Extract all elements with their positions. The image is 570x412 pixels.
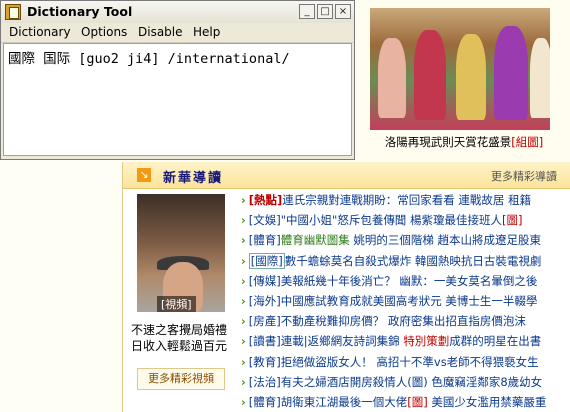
news-headline-2[interactable]: 成群的明星在出書: [449, 334, 541, 348]
news-item[interactable]: › [房產]不動產稅難抑房價？ 政府密集出招直指房價泡沫: [241, 311, 570, 331]
news-item[interactable]: › [法治]有夫之婦酒店開房殺情人(圖) 色魔竊淫鄰家8歲幼女: [241, 372, 570, 392]
video-label[interactable]: [視頻]: [157, 296, 196, 312]
more-video-button[interactable]: 更多精彩視頻: [137, 368, 225, 390]
news-headline[interactable]: 胡衛東江湖最後一個大佬: [281, 395, 408, 409]
news-headline[interactable]: 數千蟾蜍莫名自殺式爆炸 韓國熱映抗日古裝電視劇: [285, 254, 542, 268]
news-tag[interactable]: [傳媒]: [249, 274, 281, 288]
news-tag[interactable]: [熱點]: [249, 193, 283, 207]
news-tag[interactable]: [讀書]: [249, 334, 281, 348]
news-item[interactable]: › [國際] 數千蟾蜍莫名自殺式爆炸 韓國熱映抗日古裝電視劇: [241, 251, 570, 271]
news-headline[interactable]: 美報紙幾十年後消亡？ 幽默：一美女莫名暈倒之後: [281, 274, 538, 288]
dictionary-window: Dictionary Tool _ □ × Dictionary Options…: [0, 0, 355, 160]
bullet-icon: ›: [241, 293, 246, 308]
bullet-icon: ›: [241, 253, 246, 268]
news-headline[interactable]: "中國小姐"怒斥包養傳聞 楊紫瓊最佳接班人: [281, 213, 502, 227]
news-tag[interactable]: [海外]: [249, 294, 281, 308]
more-guide-link[interactable]: 更多精彩導讀: [491, 168, 557, 184]
bullet-icon: ›: [241, 334, 246, 349]
news-headline-2[interactable]: 美國少女濫用禁藥嚴重: [428, 395, 546, 409]
menu-bar: Dictionary Options Disable Help: [1, 23, 354, 43]
photo-caption[interactable]: 洛陽再現武則天賞花盛景[組圖]: [358, 134, 570, 150]
news-item[interactable]: › [體育]體育幽默圖集 姚明的三個階梯 趙本山將成遼足股東: [241, 230, 570, 250]
bullet-icon: ›: [241, 314, 246, 329]
window-title: Dictionary Tool: [27, 4, 133, 19]
xinhua-guide-section: ↘ 新華導讀 更多精彩導讀 [視頻] 不速之客攪局婚禮 日收入輕鬆過百元 更多精…: [122, 162, 570, 412]
news-tag[interactable]: [國際]: [248, 252, 285, 269]
minimize-icon[interactable]: _: [299, 4, 315, 19]
menu-dictionary[interactable]: Dictionary: [9, 25, 71, 39]
news-list: › [熱點]連氏宗親對連戰期盼：常回家看看 連戰故居 租籍 › [文娛]"中國小姐"怒…: [241, 190, 570, 412]
news-headline[interactable]: 拒絕做盜版女人！ 高招十不準vs老師不得猥褻女生: [281, 355, 539, 369]
news-highlight[interactable]: 體育幽默圖集: [281, 233, 350, 247]
news-headline[interactable]: 姚明的三個階梯 趙本山將成遼足股東: [350, 233, 541, 247]
bullet-icon: ›: [241, 394, 246, 409]
news-tag[interactable]: [文娛]: [249, 213, 281, 227]
news-headline[interactable]: 連載|返鄉網友詩詞集錦: [281, 334, 404, 348]
title-bar[interactable]: Dictionary Tool _ □ ×: [1, 1, 354, 24]
bullet-icon: ›: [241, 273, 246, 288]
photo-caption-text[interactable]: 洛陽再現武則天賞花盛景: [385, 135, 512, 149]
bullet-icon: ›: [241, 233, 246, 248]
news-headline[interactable]: 有夫之婦酒店開房殺情人(圖) 色魔竊淫鄰家8歲幼女: [281, 375, 542, 389]
news-photo-link[interactable]: [圖]: [502, 213, 522, 227]
arrow-icon: ↘: [137, 168, 151, 182]
bullet-icon: ›: [241, 193, 246, 207]
news-headline[interactable]: 不動產稅難抑房價？ 政府密集出招直指房價泡沫: [281, 314, 526, 328]
definition-text-area[interactable]: 國際 国际 [guo2 ji4] /international/: [3, 43, 352, 156]
news-item[interactable]: › [讀書]連載|返鄉網友詩詞集錦 特別策劃成群的明星在出書: [241, 331, 570, 351]
news-tag[interactable]: [法治]: [249, 375, 281, 389]
app-icon: [5, 4, 21, 20]
photo-caption-link[interactable]: [組圖]: [511, 135, 543, 149]
photo-panel: 洛陽再現武則天賞花盛景[組圖]: [358, 0, 570, 160]
news-item[interactable]: › [文娛]"中國小姐"怒斥包養傳聞 楊紫瓊最佳接班人[圖]: [241, 210, 570, 230]
festival-photo[interactable]: [370, 8, 550, 130]
video-thumbnail[interactable]: [視頻]: [137, 194, 225, 312]
news-tag[interactable]: [房產]: [249, 314, 281, 328]
bullet-icon: ›: [241, 213, 246, 228]
news-item[interactable]: › [熱點]連氏宗親對連戰期盼：常回家看看 連戰故居 租籍: [241, 190, 570, 210]
news-item[interactable]: › [海外]中國應試教育成就美國高考狀元 美博士生一半輟學: [241, 291, 570, 311]
news-tag[interactable]: [體育]: [249, 233, 281, 247]
news-item[interactable]: › [傳媒]美報紙幾十年後消亡？ 幽默：一美女莫名暈倒之後: [241, 271, 570, 291]
menu-disable[interactable]: Disable: [138, 25, 183, 39]
bullet-icon: ›: [241, 374, 246, 389]
news-tag[interactable]: [教育]: [249, 355, 281, 369]
section-title: 新華導讀: [163, 171, 224, 186]
news-photo-link[interactable]: [圖]: [407, 395, 427, 409]
video-caption[interactable]: 不速之客攪局婚禮 日收入輕鬆過百元: [127, 322, 231, 354]
bullet-icon: ›: [241, 354, 246, 369]
news-item[interactable]: › [體育]胡衛東江湖最後一個大佬[圖] 美國少女濫用禁藥嚴重: [241, 392, 570, 412]
menu-options[interactable]: Options: [81, 25, 127, 39]
news-special[interactable]: 特別策劃: [403, 334, 449, 348]
news-headline[interactable]: 連氏宗親對連戰期盼：常回家看看 連戰故居 租籍: [282, 193, 531, 207]
close-icon[interactable]: ×: [335, 4, 351, 19]
maximize-icon[interactable]: □: [317, 4, 333, 19]
menu-help[interactable]: Help: [193, 25, 220, 39]
news-headline[interactable]: 中國應試教育成就美國高考狀元 美博士生一半輟學: [281, 294, 538, 308]
news-tag[interactable]: [體育]: [249, 395, 281, 409]
section-header: ↘ 新華導讀 更多精彩導讀: [123, 162, 570, 189]
news-item[interactable]: › [教育]拒絕做盜版女人！ 高招十不準vs老師不得猥褻女生: [241, 352, 570, 372]
